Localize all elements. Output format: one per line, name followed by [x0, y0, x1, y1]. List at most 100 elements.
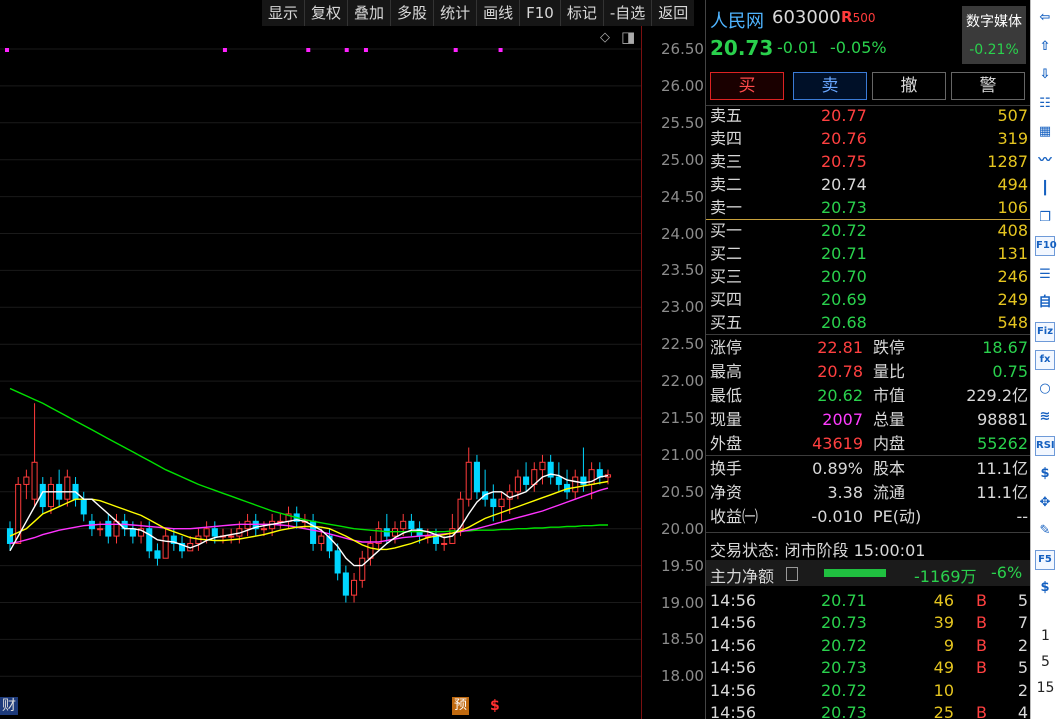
stat-label: 收益㈠	[710, 507, 759, 526]
stat-value: 11.1亿	[976, 483, 1028, 502]
stock-name[interactable]: 人民网	[710, 7, 764, 33]
wave-icon[interactable]: ≋	[1035, 407, 1055, 427]
candle-down	[129, 528, 136, 537]
money-icon[interactable]: $	[1035, 464, 1055, 484]
kline-chart[interactable]: 26.50 26.00 25.50 25.00 24.50 24.00 23.50 23.00…	[0, 0, 705, 719]
line-chart-icon[interactable]: 〰	[1035, 151, 1055, 171]
tick-row: 14:56 20.73 49 B 5	[710, 656, 1028, 679]
dividend-marker[interactable]: $	[490, 697, 500, 715]
windows-icon[interactable]: ❐	[1035, 208, 1055, 228]
candle-up	[572, 476, 579, 493]
news-icon[interactable]: ☰	[1035, 265, 1055, 285]
stat-value: 22.81	[817, 338, 863, 357]
toolbar-button[interactable]: 返回	[651, 0, 694, 26]
stock-code: 603000	[772, 7, 841, 28]
quote-list-icon[interactable]: ☷	[1035, 94, 1055, 114]
rsi-icon[interactable]: RSI	[1035, 435, 1055, 456]
level-price: 20.71	[821, 244, 867, 263]
candle-up	[47, 483, 54, 508]
ask-level[interactable]: 卖三 20.75 1287	[710, 150, 1028, 173]
back-arrow-icon[interactable]: ⇦	[1035, 8, 1055, 28]
document-icon[interactable]	[786, 567, 798, 581]
tick-row: 14:56 20.72 9 B 2	[710, 634, 1028, 657]
toolbar-button[interactable]: 显示	[262, 0, 304, 26]
level-label: 买四	[710, 290, 743, 309]
ask-level[interactable]: 卖四 20.76 319	[710, 127, 1028, 150]
price-tick-label: 22.50	[661, 335, 704, 354]
toolbar-button[interactable]: 复权	[304, 0, 347, 26]
candle-down	[342, 572, 349, 596]
bid-level[interactable]: 买一 20.72 408	[710, 219, 1028, 242]
dollar-icon[interactable]: $	[1035, 578, 1055, 598]
bid-level[interactable]: 买四 20.69 249	[710, 288, 1028, 311]
ma60-line	[9, 387, 608, 533]
tick-volume: 25	[933, 703, 954, 719]
up-arrow-icon[interactable]: ⇧	[1035, 37, 1055, 57]
candle-up	[318, 535, 325, 544]
ask-level[interactable]: 卖一 20.73 106	[710, 196, 1028, 219]
candle-down	[80, 498, 87, 515]
kline-icon[interactable]: ┃	[1035, 179, 1055, 199]
toolbar-button[interactable]: 标记	[559, 0, 603, 26]
stat-value: 43619	[812, 434, 863, 453]
circle-icon[interactable]: ○	[1035, 379, 1055, 399]
table-icon[interactable]: ▦	[1035, 122, 1055, 142]
toolbar-button[interactable]: -自选	[602, 0, 651, 26]
candle-up	[203, 528, 210, 537]
toolbar-button[interactable]: 叠加	[347, 0, 390, 26]
level-label: 买二	[710, 244, 743, 263]
tick-price: 20.73	[821, 613, 867, 633]
main-flow-row[interactable]: 主力净额 -1169万 -6%	[706, 560, 1030, 586]
bid-level[interactable]: 买三 20.70 246	[710, 265, 1028, 288]
toolbar-button[interactable]: 多股	[390, 0, 433, 26]
candle-up	[97, 528, 104, 531]
f5-icon[interactable]: F5	[1035, 549, 1055, 570]
tick-row: 14:56 20.72 10 2	[710, 679, 1028, 702]
period-1[interactable]: 1	[1031, 628, 1059, 644]
stat-value: 55262	[977, 434, 1028, 453]
tick-row: 14:56 20.73 39 B 7	[710, 611, 1028, 634]
bid-level[interactable]: 买五 20.68 548	[710, 311, 1028, 334]
f10-icon[interactable]: F10	[1035, 236, 1057, 256]
formula-icon[interactable]: fx	[1035, 350, 1055, 370]
candle-down	[596, 469, 603, 478]
tick-count: 2	[1017, 635, 1028, 655]
tick-price: 20.73	[821, 703, 867, 719]
bid-level[interactable]: 买二 20.71 131	[710, 242, 1028, 265]
price-tick-label: 22.00	[661, 372, 704, 391]
divider	[706, 334, 1030, 335]
toolbar-button[interactable]: 画线	[476, 0, 519, 26]
self-select-icon[interactable]: 自	[1035, 293, 1055, 313]
level-volume: 548	[997, 313, 1028, 332]
candlestick-plot[interactable]	[0, 0, 641, 719]
cancel-order-button[interactable]: 撤	[872, 72, 946, 100]
tick-count: 5	[1017, 658, 1028, 678]
period-5[interactable]: 5	[1031, 654, 1059, 670]
level-label: 卖五	[710, 106, 743, 125]
level-price: 20.77	[821, 106, 867, 125]
forecast-marker[interactable]: 预	[452, 697, 470, 715]
move-icon[interactable]: ✥	[1035, 493, 1055, 513]
candle-up	[228, 535, 235, 538]
level-price: 20.76	[821, 129, 867, 148]
ask-level[interactable]: 卖五 20.77 507	[710, 104, 1028, 127]
down-arrow-icon[interactable]: ⇩	[1035, 65, 1055, 85]
period-15[interactable]: 15	[1031, 680, 1059, 696]
sell-button[interactable]: 卖	[793, 72, 867, 100]
diamond-icon[interactable]: ◇	[600, 30, 610, 45]
ask-level[interactable]: 卖二 20.74 494	[710, 173, 1028, 196]
buy-button[interactable]: 买	[710, 72, 784, 100]
tick-side: B	[976, 635, 987, 655]
fiz-icon[interactable]: Fiz	[1035, 321, 1055, 342]
sector-box[interactable]: 数字媒体 -0.21%	[962, 6, 1026, 64]
panel-toggle-icon[interactable]: ◨	[621, 28, 635, 46]
price-alert-button[interactable]: 警	[951, 72, 1025, 100]
candle-down	[555, 476, 562, 485]
candle-up	[260, 528, 267, 531]
price-axis-line	[641, 26, 642, 719]
pen-icon[interactable]: ✎	[1035, 521, 1055, 541]
finance-marker[interactable]: 财	[0, 697, 18, 715]
toolbar-button[interactable]: F10	[519, 0, 560, 26]
price-tick-label: 25.50	[661, 113, 704, 132]
toolbar-button[interactable]: 统计	[433, 0, 476, 26]
